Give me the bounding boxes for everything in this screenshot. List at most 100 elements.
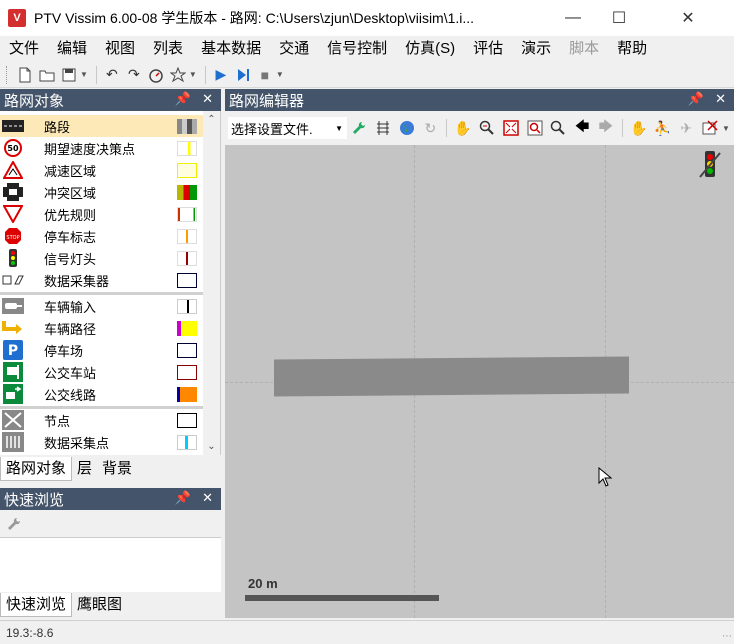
color-swatch[interactable] xyxy=(177,206,197,222)
menu-file[interactable]: 文件 xyxy=(0,36,48,62)
menu-evaluation[interactable]: 评估 xyxy=(464,36,512,62)
list-item[interactable]: 数据采集点 xyxy=(0,431,203,453)
globe-icon[interactable] xyxy=(395,116,419,140)
redo-icon[interactable]: ↷ xyxy=(123,64,145,86)
color-swatch[interactable] xyxy=(177,272,197,288)
hand-icon[interactable]: ✋ xyxy=(627,116,651,140)
arrow-right-icon[interactable]: 🡆 xyxy=(594,116,618,140)
resize-grip-icon[interactable]: ⋯ xyxy=(722,631,732,642)
menu-signal-control[interactable]: 信号控制 xyxy=(318,36,396,62)
background-remove-icon[interactable] xyxy=(698,116,722,140)
save-icon[interactable] xyxy=(58,64,80,86)
chevron-down-icon[interactable]: ⌄ xyxy=(203,438,220,455)
list-item[interactable]: 50 期望速度决策点 xyxy=(0,137,203,159)
badge-icon[interactable] xyxy=(167,64,189,86)
list-item[interactable]: STOP 停车标志 xyxy=(0,225,203,247)
pin-icon[interactable]: 📌 xyxy=(175,490,191,506)
menu-traffic[interactable]: 交通 xyxy=(270,36,318,62)
toolbar-grip[interactable] xyxy=(6,65,10,84)
stop-icon[interactable]: ■ xyxy=(254,64,276,86)
menu-edit[interactable]: 编辑 xyxy=(48,36,96,62)
edit-graphic-params-icon[interactable] xyxy=(347,116,371,140)
zoom-in-icon[interactable] xyxy=(523,116,547,140)
tab-smart-map[interactable]: 鹰眼图 xyxy=(72,593,127,617)
color-swatch[interactable] xyxy=(177,364,197,380)
wrench-icon[interactable] xyxy=(2,512,26,536)
tab-quick-view[interactable]: 快速浏览 xyxy=(0,593,73,617)
color-swatch[interactable] xyxy=(177,162,197,178)
color-swatch[interactable] xyxy=(177,228,197,244)
zoom-magnifier-icon[interactable] xyxy=(475,116,499,140)
pedestrian-icon[interactable]: ⛹ xyxy=(651,116,675,140)
color-swatch[interactable] xyxy=(177,412,197,428)
new-file-icon[interactable] xyxy=(14,64,36,86)
list-item[interactable]: 公交车站 xyxy=(0,361,203,383)
zoom-all-icon[interactable] xyxy=(499,116,523,140)
close-icon[interactable]: ✕ xyxy=(715,91,726,107)
undo-icon[interactable]: ↶ xyxy=(101,64,123,86)
menu-base-data[interactable]: 基本数据 xyxy=(192,36,270,62)
save-dropdown-icon[interactable]: ▼ xyxy=(80,70,88,79)
simulation-dropdown-icon[interactable]: ▼ xyxy=(276,70,284,79)
color-swatch[interactable] xyxy=(177,250,197,266)
menu-presentation[interactable]: 演示 xyxy=(512,36,560,62)
zoom-out-icon[interactable] xyxy=(546,116,570,140)
color-swatch[interactable] xyxy=(177,184,197,200)
color-swatch[interactable] xyxy=(177,342,197,358)
list-item[interactable]: 公交线路 xyxy=(0,383,203,405)
tab-backgrounds[interactable]: 背景 xyxy=(97,457,137,481)
rail-track-icon[interactable] xyxy=(371,116,395,140)
airplane-icon[interactable]: ✈ xyxy=(674,116,698,140)
close-button[interactable]: ✕ xyxy=(642,0,734,36)
list-item[interactable]: P 停车场 xyxy=(0,339,203,361)
list-item-label: 期望速度决策点 xyxy=(44,141,136,157)
pan-hand-icon[interactable]: ✋ xyxy=(451,116,475,140)
close-icon[interactable]: ✕ xyxy=(202,490,213,506)
color-swatch[interactable] xyxy=(177,434,197,450)
list-item[interactable]: 路段 xyxy=(0,115,203,137)
color-swatch[interactable] xyxy=(177,320,197,336)
menu-help[interactable]: 帮助 xyxy=(608,36,656,62)
link-segment[interactable] xyxy=(274,356,629,397)
tab-network-objects[interactable]: 路网对象 xyxy=(0,457,73,481)
list-item[interactable]: 减速区域 xyxy=(0,159,203,181)
pin-icon[interactable]: 📌 xyxy=(688,91,704,107)
list-item[interactable]: 节点 xyxy=(0,409,203,431)
list-item[interactable]: 冲突区域 xyxy=(0,181,203,203)
play-icon[interactable]: ▶ xyxy=(210,64,232,86)
badge-dropdown-icon[interactable]: ▼ xyxy=(189,70,197,79)
menu-simulation[interactable]: 仿真(S) xyxy=(396,36,464,62)
refresh-icon[interactable]: ↻ xyxy=(418,116,442,140)
signal-controller-icon[interactable] xyxy=(698,149,722,179)
list-item[interactable]: 优先规则 xyxy=(0,203,203,225)
layout-select[interactable]: 选择设置文件. ▼ xyxy=(228,117,348,139)
list-item[interactable]: 车辆路径 xyxy=(0,317,203,339)
bus-line-icon xyxy=(2,384,24,404)
color-swatch[interactable] xyxy=(177,118,197,134)
color-swatch[interactable] xyxy=(177,298,197,314)
speedometer-icon[interactable] xyxy=(145,64,167,86)
step-forward-icon[interactable] xyxy=(232,64,254,86)
list-item-label: 停车场 xyxy=(44,343,84,359)
tab-levels[interactable]: 层 xyxy=(72,457,97,481)
pin-icon[interactable]: 📌 xyxy=(175,91,191,107)
maximize-button[interactable]: ☐ xyxy=(596,0,642,36)
toolbar-overflow-icon[interactable]: ▼ xyxy=(722,124,730,133)
menu-view[interactable]: 视图 xyxy=(96,36,144,62)
color-swatch[interactable] xyxy=(177,140,197,156)
open-folder-icon[interactable] xyxy=(36,64,58,86)
network-editor-canvas[interactable]: 20 m xyxy=(225,145,734,618)
quick-view-body xyxy=(0,538,221,592)
list-item[interactable]: 信号灯头 xyxy=(0,247,203,269)
network-editor-toolbar: 选择设置文件. ▼ ↻ ✋ 🡄 🡆 ✋ ⛹ ✈ ▼ xyxy=(225,111,734,145)
list-item[interactable]: 数据采集器 xyxy=(0,269,203,291)
close-icon[interactable]: ✕ xyxy=(202,91,213,107)
list-item[interactable]: 车辆输入 xyxy=(0,295,203,317)
menu-lists[interactable]: 列表 xyxy=(144,36,192,62)
chevron-up-icon[interactable]: ⌃ xyxy=(203,111,220,128)
minimize-button[interactable]: — xyxy=(550,0,596,36)
menu-scripts[interactable]: 脚本 xyxy=(560,36,608,62)
color-swatch[interactable] xyxy=(177,386,197,402)
list-scrollbar[interactable]: ⌃ ⌄ xyxy=(203,111,220,455)
arrow-left-icon[interactable]: 🡄 xyxy=(570,116,594,140)
